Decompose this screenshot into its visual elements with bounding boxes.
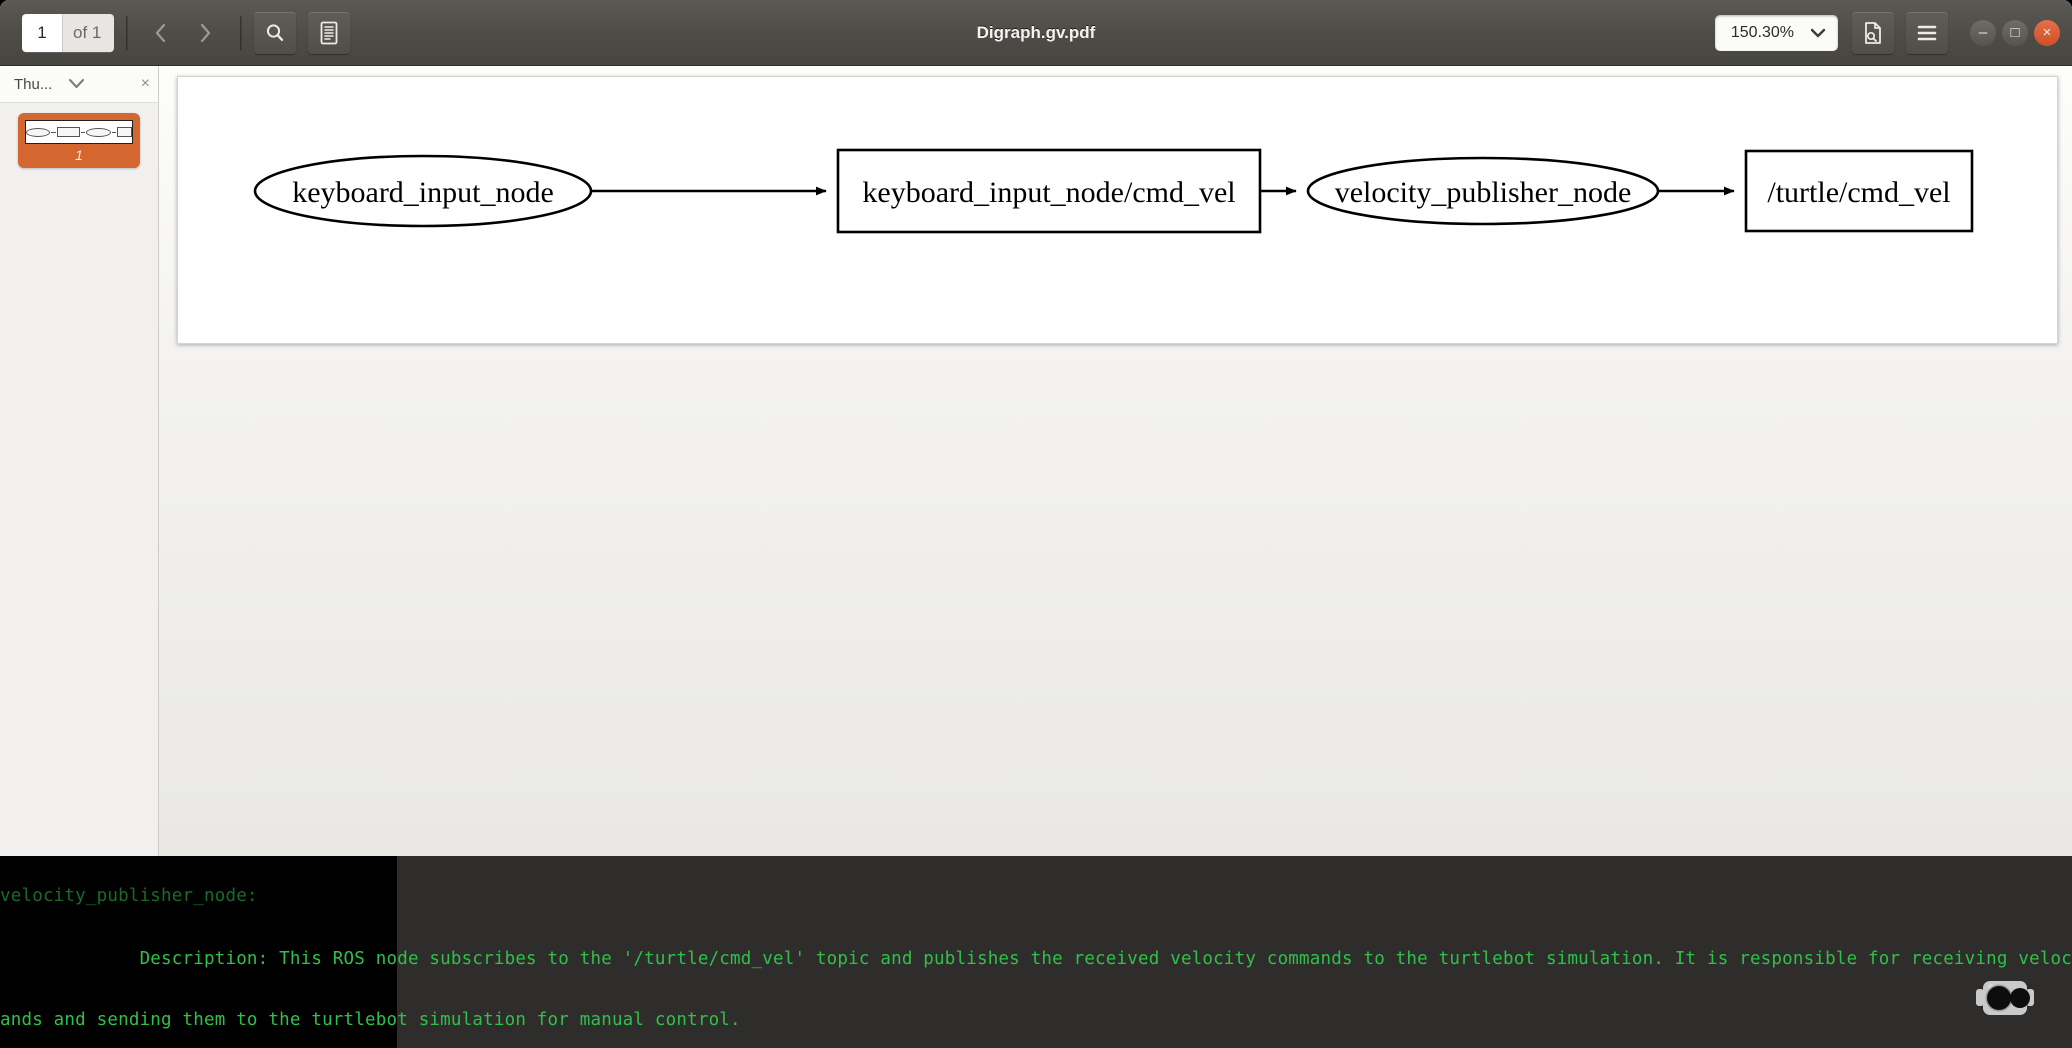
minimize-glyph: – — [1978, 24, 1988, 41]
terminal-line: velocity_publisher_node: — [0, 886, 258, 906]
thumbnail-page-1[interactable]: 1 — [18, 113, 140, 168]
fit-page-icon — [1865, 21, 1881, 44]
thumb-edge-1 — [51, 131, 56, 133]
toolbar-separator-2 — [240, 15, 243, 50]
graph-node-label: keyboard_input_node — [292, 176, 554, 209]
page-number-input[interactable] — [22, 13, 62, 52]
zoom-level-value: 150.30% — [1730, 23, 1794, 41]
graph-node-label: keyboard_input_node/cmd_vel — [862, 176, 1235, 209]
thumb-node-ellipse-1 — [26, 127, 51, 137]
pdf-viewport[interactable]: keyboard_input_node keyboard_input_node/… — [159, 66, 2072, 856]
window-maximize-button[interactable]: □ — [2002, 19, 2028, 46]
sidebar-close-button[interactable]: × — [141, 75, 150, 93]
page-total-label: of 1 — [62, 13, 115, 52]
thumb-edge-3 — [111, 131, 117, 133]
pdf-page-1: keyboard_input_node keyboard_input_node/… — [177, 76, 2058, 344]
thumbnail-page-number: 1 — [75, 147, 83, 163]
graph-node-keyboard-input-node: keyboard_input_node — [253, 154, 593, 228]
thumbnail-preview — [25, 120, 133, 144]
graph-node-label: velocity_publisher_node — [1335, 176, 1632, 209]
hamburger-menu-icon — [1917, 25, 1937, 40]
thumbnail-list[interactable]: 1 — [0, 103, 158, 856]
thumbnail-sidebar: Thu... × 1 — [0, 66, 159, 856]
zoom-level-select[interactable]: 150.30% — [1714, 14, 1838, 51]
close-glyph: × — [2042, 24, 2052, 41]
main-menu-button[interactable] — [1906, 11, 1948, 54]
graph-node-turtle-cmd-vel: /turtle/cmd_vel — [1744, 149, 1974, 233]
window-body: Thu... × 1 keyboard_input_node keyboard_… — [0, 66, 2072, 856]
camera-lens-primary — [1987, 986, 2011, 1010]
chevron-down-icon[interactable] — [68, 76, 85, 93]
thumb-node-box-1 — [56, 127, 80, 137]
pdf-viewer-window: Digraph.gv.pdf of 1 — [0, 0, 2072, 856]
terminal-line: Description: This ROS node subscribes to… — [0, 948, 2072, 969]
previous-page-button[interactable] — [140, 12, 182, 54]
window-titlebar[interactable]: Digraph.gv.pdf of 1 — [0, 0, 2072, 66]
window-minimize-button[interactable]: – — [1970, 19, 1996, 46]
maximize-glyph: □ — [2010, 24, 2020, 41]
graph-node-label: /turtle/cmd_vel — [1767, 176, 1950, 209]
next-page-button[interactable] — [184, 12, 226, 54]
toolbar-separator-1 — [126, 15, 129, 50]
thumb-edge-2 — [80, 131, 86, 133]
search-icon — [267, 23, 284, 41]
camera-lens-secondary — [2010, 988, 2030, 1008]
thumb-node-ellipse-2 — [86, 127, 111, 137]
find-button[interactable] — [254, 11, 297, 54]
graph-node-keyboard-input-node-cmd-vel: keyboard_input_node/cmd_vel — [836, 148, 1262, 234]
thumb-node-box-2 — [117, 127, 132, 137]
document-outline-icon — [320, 21, 338, 44]
digraph-graphviz-drawing: keyboard_input_node keyboard_input_node/… — [253, 148, 1974, 234]
window-close-button[interactable]: × — [2034, 19, 2060, 46]
graph-node-velocity-publisher-node: velocity_publisher_node — [1306, 156, 1660, 226]
chevron-down-icon — [1810, 28, 1826, 37]
fit-page-button[interactable] — [1852, 11, 1894, 54]
chevron-right-icon — [201, 23, 211, 42]
side-pane-toggle-button[interactable] — [308, 11, 351, 54]
terminal-line: ands and sending them to the turtlebot s… — [0, 1010, 741, 1030]
terminal-output: velocity_publisher_node: Description: Th… — [0, 846, 2072, 1048]
page-navigation-group[interactable]: of 1 — [22, 13, 115, 52]
sidebar-mode-label: Thu... — [14, 75, 53, 93]
screen-recording-camera-indicator-icon[interactable] — [1976, 978, 2034, 1018]
sidebar-header[interactable]: Thu... × — [0, 66, 158, 103]
chevron-left-icon — [156, 23, 166, 42]
